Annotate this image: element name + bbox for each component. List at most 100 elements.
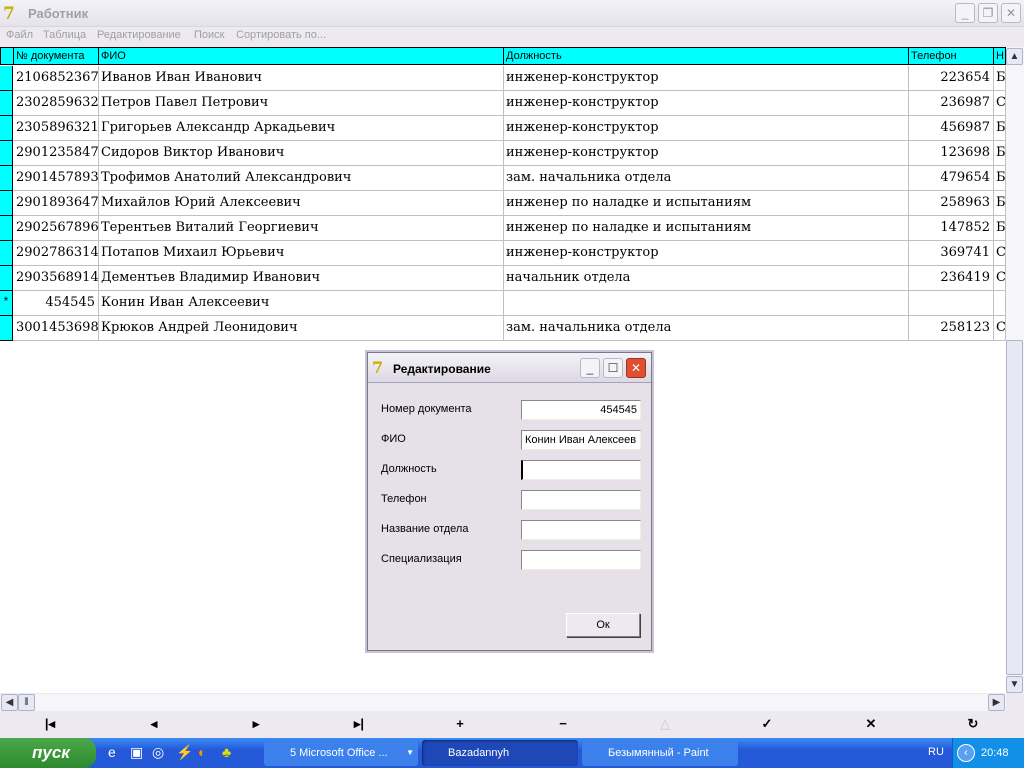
quicklaunch-save-icon[interactable]: ▣ bbox=[130, 744, 143, 761]
row-indicator[interactable] bbox=[0, 191, 13, 216]
cell-phone[interactable]: 236987 bbox=[908, 91, 994, 116]
menu-table[interactable]: Таблица bbox=[43, 29, 86, 41]
cell-fio[interactable]: Иванов Иван Иванович bbox=[98, 66, 504, 91]
cell-department[interactable]: Б bbox=[993, 191, 1006, 216]
header-phone[interactable]: Телефон bbox=[908, 47, 994, 65]
cell-fio[interactable]: Терентьев Виталий Георгиевич bbox=[98, 216, 504, 241]
quicklaunch-flash-icon[interactable]: ⚡ bbox=[176, 744, 193, 761]
dialog-maximize-button[interactable]: ☐ bbox=[603, 358, 623, 378]
quicklaunch-app-icon[interactable]: ◐ bbox=[198, 744, 206, 760]
cell-position[interactable]: зам. начальника отдела bbox=[503, 316, 909, 341]
row-indicator[interactable] bbox=[0, 316, 13, 341]
cell-department[interactable]: С bbox=[993, 91, 1006, 116]
nav-edit-icon[interactable]: △ bbox=[655, 716, 675, 732]
table-row[interactable]: 2901457893 Трофимов Анатолий Александрови… bbox=[0, 166, 1006, 191]
input-phone[interactable] bbox=[521, 490, 641, 510]
cell-phone[interactable]: 369741 bbox=[908, 241, 994, 266]
cell-position[interactable]: инженер-конструктор bbox=[503, 91, 909, 116]
cell-phone[interactable] bbox=[908, 291, 994, 316]
cell-department[interactable]: Б bbox=[993, 141, 1006, 166]
quicklaunch-ie-icon[interactable]: e bbox=[108, 744, 116, 760]
nav-prior-icon[interactable]: ◂ bbox=[144, 716, 164, 732]
scroll-right-button[interactable]: ▶ bbox=[988, 694, 1005, 711]
cell-phone[interactable]: 123698 bbox=[908, 141, 994, 166]
cell-position[interactable]: инженер-конструктор bbox=[503, 116, 909, 141]
scroll-thumb[interactable] bbox=[1006, 340, 1023, 675]
menu-search[interactable]: Поиск bbox=[194, 29, 224, 41]
cell-department[interactable]: Б bbox=[993, 66, 1006, 91]
menu-edit[interactable]: Редактирование bbox=[97, 29, 181, 41]
ok-button[interactable]: Ок bbox=[566, 613, 640, 637]
cell-phone[interactable]: 147852 bbox=[908, 216, 994, 241]
table-row[interactable]: 2903568914 Дементьев Владимир Иванович нач… bbox=[0, 266, 1006, 291]
cell-position[interactable] bbox=[503, 291, 909, 316]
cell-doc-number[interactable]: 2902786314 bbox=[13, 241, 99, 266]
row-indicator[interactable] bbox=[0, 116, 13, 141]
cell-position[interactable]: инженер по наладке и испытаниям bbox=[503, 191, 909, 216]
cell-doc-number[interactable]: 2902567896 bbox=[13, 216, 99, 241]
vertical-scrollbar[interactable]: ▲ ▼ bbox=[1006, 47, 1024, 693]
header-fio[interactable]: ФИО bbox=[98, 47, 504, 65]
cell-fio[interactable]: Григорьев Александр Аркадьевич bbox=[98, 116, 504, 141]
nav-first-icon[interactable]: |◂ bbox=[40, 716, 60, 732]
tray-expand-icon[interactable]: ‹ bbox=[957, 744, 975, 762]
cell-phone[interactable]: 456987 bbox=[908, 116, 994, 141]
dialog-minimize-button[interactable]: _ bbox=[580, 358, 600, 378]
close-button[interactable]: ✕ bbox=[1001, 3, 1021, 23]
nav-refresh-icon[interactable]: ↻ bbox=[963, 716, 983, 732]
cell-fio[interactable]: Потапов Михаил Юрьевич bbox=[98, 241, 504, 266]
header-department[interactable]: Н bbox=[993, 47, 1006, 65]
dialog-close-button[interactable]: ✕ bbox=[626, 358, 646, 378]
cell-fio[interactable]: Михайлов Юрий Алексеевич bbox=[98, 191, 504, 216]
header-doc-number[interactable]: № документа bbox=[13, 47, 99, 65]
cell-department[interactable]: Б bbox=[993, 216, 1006, 241]
row-indicator[interactable] bbox=[0, 266, 13, 291]
task-word[interactable]: 5 Microsoft Office ... ▼ bbox=[264, 740, 418, 766]
cell-position[interactable]: инженер по наладке и испытаниям bbox=[503, 216, 909, 241]
hscroll-thumb[interactable]: ⦀ bbox=[18, 694, 35, 711]
minimize-button[interactable]: _ bbox=[955, 3, 975, 23]
cell-doc-number[interactable]: 2901893647 bbox=[13, 191, 99, 216]
cell-department[interactable]: С bbox=[993, 316, 1006, 341]
cell-department[interactable] bbox=[993, 291, 1006, 316]
start-button[interactable]: пуск bbox=[0, 738, 96, 768]
cell-position[interactable]: инженер-конструктор bbox=[503, 241, 909, 266]
table-row[interactable]: 2901893647 Михайлов Юрий Алексеевич инжене… bbox=[0, 191, 1006, 216]
cell-phone[interactable]: 258963 bbox=[908, 191, 994, 216]
scroll-down-button[interactable]: ▼ bbox=[1006, 676, 1023, 693]
nav-insert-icon[interactable]: + bbox=[450, 716, 470, 731]
cell-fio[interactable]: Дементьев Владимир Иванович bbox=[98, 266, 504, 291]
cell-doc-number[interactable]: 3001453698 bbox=[13, 316, 99, 341]
cell-phone[interactable]: 258123 bbox=[908, 316, 994, 341]
cell-fio[interactable]: Крюков Андрей Леонидович bbox=[98, 316, 504, 341]
row-indicator[interactable] bbox=[0, 166, 13, 191]
restore-button[interactable]: ❐ bbox=[978, 3, 998, 23]
nav-cancel-icon[interactable]: ✕ bbox=[861, 716, 881, 732]
row-indicator[interactable] bbox=[0, 66, 13, 91]
nav-last-icon[interactable]: ▸| bbox=[349, 716, 369, 732]
input-department-name[interactable] bbox=[521, 520, 641, 540]
table-row[interactable]: 2305896321 Григорьев Александр Аркадьевич… bbox=[0, 116, 1006, 141]
cell-fio[interactable]: Трофимов Анатолий Александрович bbox=[98, 166, 504, 191]
table-row[interactable]: * 454545 Конин Иван Алексеевич bbox=[0, 291, 1006, 316]
input-fio[interactable]: Конин Иван Алексеев bbox=[521, 430, 641, 450]
table-row[interactable]: 2902567896 Терентьев Виталий Георгиевич ин… bbox=[0, 216, 1006, 241]
scroll-left-button[interactable]: ◀ bbox=[1, 694, 18, 711]
input-position[interactable] bbox=[521, 460, 641, 480]
cell-position[interactable]: инженер-конструктор bbox=[503, 141, 909, 166]
cell-doc-number[interactable]: 2901235847 bbox=[13, 141, 99, 166]
horizontal-scrollbar[interactable]: ◀ ⦀ ▶ bbox=[0, 694, 1006, 711]
cell-doc-number[interactable]: 2903568914 bbox=[13, 266, 99, 291]
menu-sort[interactable]: Сортировать по... bbox=[236, 29, 326, 41]
cell-doc-number[interactable]: 454545 bbox=[13, 291, 99, 316]
header-position[interactable]: Должность bbox=[503, 47, 909, 65]
cell-department[interactable]: С bbox=[993, 266, 1006, 291]
cell-position[interactable]: начальник отдела bbox=[503, 266, 909, 291]
scroll-up-button[interactable]: ▲ bbox=[1006, 48, 1023, 65]
table-row[interactable]: 2901235847 Сидоров Виктор Иванович инженер… bbox=[0, 141, 1006, 166]
cell-fio[interactable]: Конин Иван Алексеевич bbox=[98, 291, 504, 316]
table-row[interactable]: 2106852367 Иванов Иван Иванович инженер-ко… bbox=[0, 66, 1006, 91]
cell-department[interactable]: Б bbox=[993, 166, 1006, 191]
cell-doc-number[interactable]: 2302859632 bbox=[13, 91, 99, 116]
row-indicator[interactable] bbox=[0, 216, 13, 241]
